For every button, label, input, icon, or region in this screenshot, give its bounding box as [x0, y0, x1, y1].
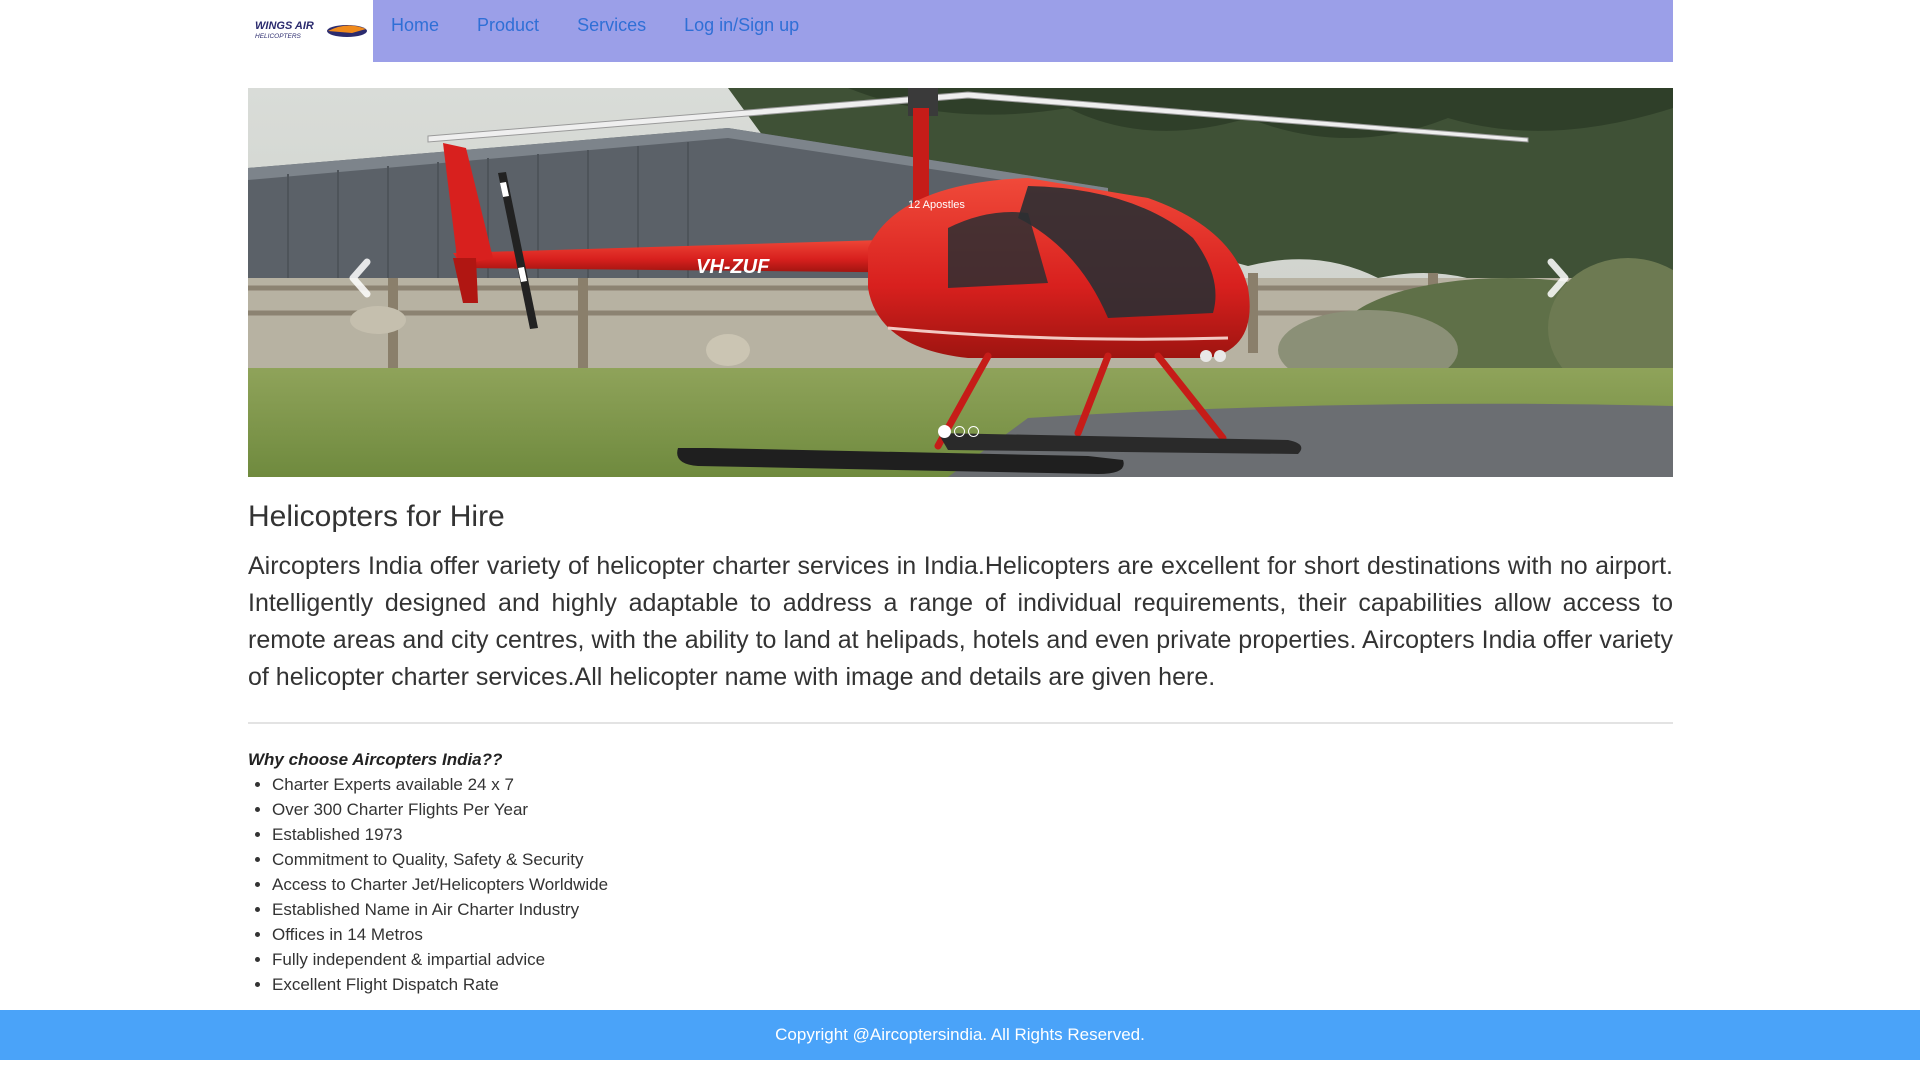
carousel-next-button[interactable] [1538, 253, 1578, 303]
page-heading: Helicopters for Hire [248, 500, 505, 533]
image-carousel[interactable]: VH-ZUF 12 Apostles [248, 88, 1673, 477]
list-item: Access to Charter Jet/Helicopters Worldw… [272, 872, 608, 897]
list-item: Commitment to Quality, Safety & Security [272, 847, 608, 872]
list-item: Established 1973 [272, 822, 608, 847]
brand-logo[interactable]: WINGS AIR HELICOPTERS [248, 0, 373, 62]
carousel-indicator-2[interactable] [954, 426, 965, 437]
list-item: Excellent Flight Dispatch Rate [272, 972, 608, 997]
copyright-text: Copyright @Aircoptersindia. All Rights R… [775, 1025, 1145, 1044]
navbar: WINGS AIR HELICOPTERS Home Product Servi… [248, 0, 1673, 62]
chevron-right-icon [1547, 258, 1569, 298]
carousel-prev-button[interactable] [340, 253, 380, 303]
list-item: Offices in 14 Metros [272, 922, 608, 947]
section-divider [248, 722, 1673, 724]
page: WINGS AIR HELICOPTERS Home Product Servi… [0, 0, 1920, 1080]
footer: Copyright @Aircoptersindia. All Rights R… [0, 1010, 1920, 1060]
nav-login-link[interactable]: Log in/Sign up [684, 15, 799, 36]
helicopter-photo: VH-ZUF 12 Apostles [248, 88, 1673, 477]
nav-home-link[interactable]: Home [391, 15, 439, 36]
carousel-indicator-1[interactable] [938, 425, 951, 438]
chevron-left-icon [349, 258, 371, 298]
intro-paragraph: Aircopters India offer variety of helico… [248, 552, 1673, 691]
list-item: Over 300 Charter Flights Per Year [272, 797, 608, 822]
nav-product-link[interactable]: Product [477, 15, 539, 36]
logo-line1: WINGS AIR [255, 20, 314, 32]
list-item: Fully independent & impartial advice [272, 947, 608, 972]
registration-text: VH-ZUF [696, 256, 770, 278]
reasons-list: Charter Experts available 24 x 7 Over 30… [248, 772, 608, 997]
list-item: Charter Experts available 24 x 7 [272, 772, 608, 797]
tail-text: 12 Apostles [908, 199, 965, 211]
nav-links: Home Product Services Log in/Sign up [391, 0, 837, 50]
nav-services-link[interactable]: Services [577, 15, 646, 36]
list-item: Established Name in Air Charter Industry [272, 897, 608, 922]
carousel-indicators [938, 425, 979, 438]
logo-line2: HELICOPTERS [255, 33, 302, 40]
why-choose-title: Why choose Aircopters India?? [248, 750, 503, 769]
carousel-indicator-3[interactable] [968, 426, 979, 437]
logo-graphic: WINGS AIR HELICOPTERS [255, 20, 367, 40]
